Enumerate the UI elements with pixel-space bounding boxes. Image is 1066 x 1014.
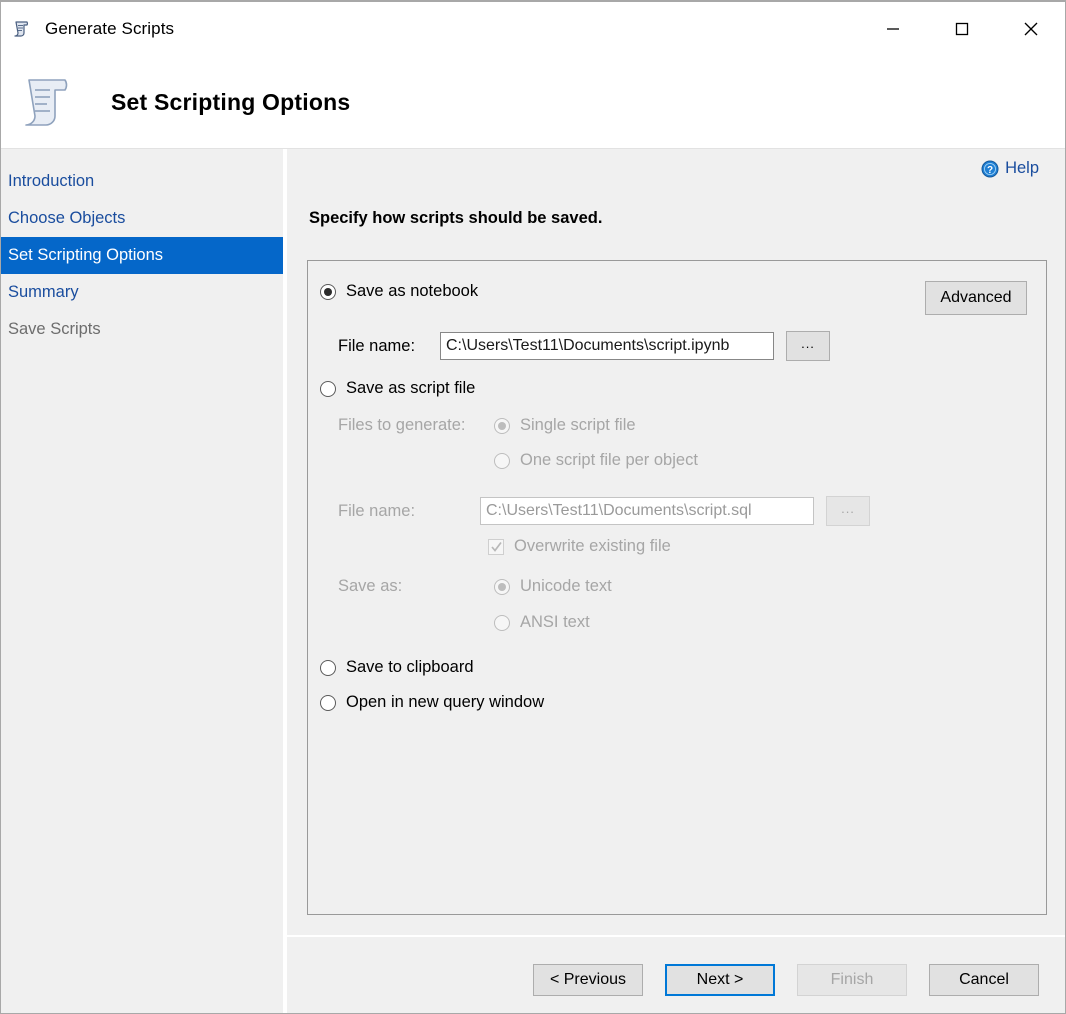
radio-label: Unicode text xyxy=(520,577,612,596)
radio-one-script-file-per-object: One script file per object xyxy=(494,451,698,470)
window-controls xyxy=(858,2,1065,56)
radio-label: Save as script file xyxy=(346,379,475,398)
radio-indicator xyxy=(494,418,510,434)
notebook-browse-button[interactable]: ... xyxy=(786,331,830,361)
radio-ansi-text: ANSI text xyxy=(494,613,590,632)
close-icon xyxy=(1019,17,1043,41)
sidebar-item-summary[interactable]: Summary xyxy=(1,274,283,311)
radio-indicator xyxy=(320,695,336,711)
radio-indicator xyxy=(320,381,336,397)
maximize-button[interactable] xyxy=(927,2,996,56)
notebook-file-name-row: File name: C:\Users\Test11\Documents\scr… xyxy=(338,331,830,361)
radio-label: Save to clipboard xyxy=(346,658,474,677)
checkbox-label: Overwrite existing file xyxy=(514,537,671,556)
radio-single-script-file: Single script file xyxy=(494,416,636,435)
close-button[interactable] xyxy=(996,2,1065,56)
window-title: Generate Scripts xyxy=(45,19,174,39)
radio-save-as-script-file[interactable]: Save as script file xyxy=(320,379,475,398)
checkbox-overwrite-existing-file: Overwrite existing file xyxy=(488,537,671,556)
radio-label: Open in new query window xyxy=(346,693,544,712)
radio-save-to-clipboard[interactable]: Save to clipboard xyxy=(320,658,474,677)
sidebar-item-set-scripting-options[interactable]: Set Scripting Options xyxy=(1,237,283,274)
radio-indicator xyxy=(494,453,510,469)
files-to-generate-label: Files to generate: xyxy=(338,416,466,435)
page-title: Set Scripting Options xyxy=(111,89,350,116)
radio-indicator xyxy=(494,579,510,595)
radio-open-in-new-query-window[interactable]: Open in new query window xyxy=(320,693,544,712)
notebook-file-name-label: File name: xyxy=(338,337,428,356)
previous-button[interactable]: < Previous xyxy=(533,964,643,996)
cancel-button[interactable]: Cancel xyxy=(929,964,1039,996)
script-scroll-large-icon xyxy=(15,62,87,142)
finish-button: Finish xyxy=(797,964,907,996)
minimize-icon xyxy=(881,17,905,41)
footer-bar: < Previous Next > Finish Cancel xyxy=(287,937,1065,1014)
page-banner: Set Scripting Options xyxy=(1,56,1065,148)
script-file-name-input: C:\Users\Test11\Documents\script.sql xyxy=(480,497,814,525)
sidebar-item-choose-objects[interactable]: Choose Objects xyxy=(1,200,283,237)
save-options-groupbox: Advanced Save as notebook File name: C:\… xyxy=(307,260,1047,915)
wizard-navigation-buttons: < Previous Next > Finish Cancel xyxy=(533,964,1039,996)
checkbox-indicator xyxy=(488,539,504,555)
radio-unicode-text: Unicode text xyxy=(494,577,612,596)
sidebar-item-save-scripts: Save Scripts xyxy=(1,311,283,348)
sidebar-item-introduction[interactable]: Introduction xyxy=(1,163,283,200)
script-file-name-row: C:\Users\Test11\Documents\script.sql ... xyxy=(480,496,870,526)
maximize-icon xyxy=(950,17,974,41)
help-link[interactable]: ? Help xyxy=(981,159,1039,178)
radio-indicator xyxy=(320,284,336,300)
help-label: Help xyxy=(1005,159,1039,178)
radio-indicator xyxy=(320,660,336,676)
notebook-file-name-input[interactable]: C:\Users\Test11\Documents\script.ipynb xyxy=(440,332,774,360)
generate-scripts-window: Generate Scripts xyxy=(0,0,1066,1014)
radio-save-as-notebook[interactable]: Save as notebook xyxy=(320,282,478,301)
radio-label: Save as notebook xyxy=(346,282,478,301)
script-browse-button: ... xyxy=(826,496,870,526)
wizard-steps-sidebar: Introduction Choose Objects Set Scriptin… xyxy=(1,149,283,1014)
content-panel: ? Help Specify how scripts should be sav… xyxy=(287,149,1065,1014)
radio-label: One script file per object xyxy=(520,451,698,470)
title-bar: Generate Scripts xyxy=(1,2,1065,56)
script-scroll-icon xyxy=(11,17,35,41)
radio-label: ANSI text xyxy=(520,613,590,632)
script-file-name-label: File name: xyxy=(338,502,415,521)
help-question-icon: ? xyxy=(981,160,999,178)
svg-text:?: ? xyxy=(987,165,993,176)
radio-label: Single script file xyxy=(520,416,636,435)
save-as-label: Save as: xyxy=(338,577,402,596)
check-tick-icon xyxy=(491,541,502,553)
next-button[interactable]: Next > xyxy=(665,964,775,996)
advanced-button[interactable]: Advanced xyxy=(925,281,1027,315)
instruction-text: Specify how scripts should be saved. xyxy=(309,209,602,228)
radio-indicator xyxy=(494,615,510,631)
minimize-button[interactable] xyxy=(858,2,927,56)
